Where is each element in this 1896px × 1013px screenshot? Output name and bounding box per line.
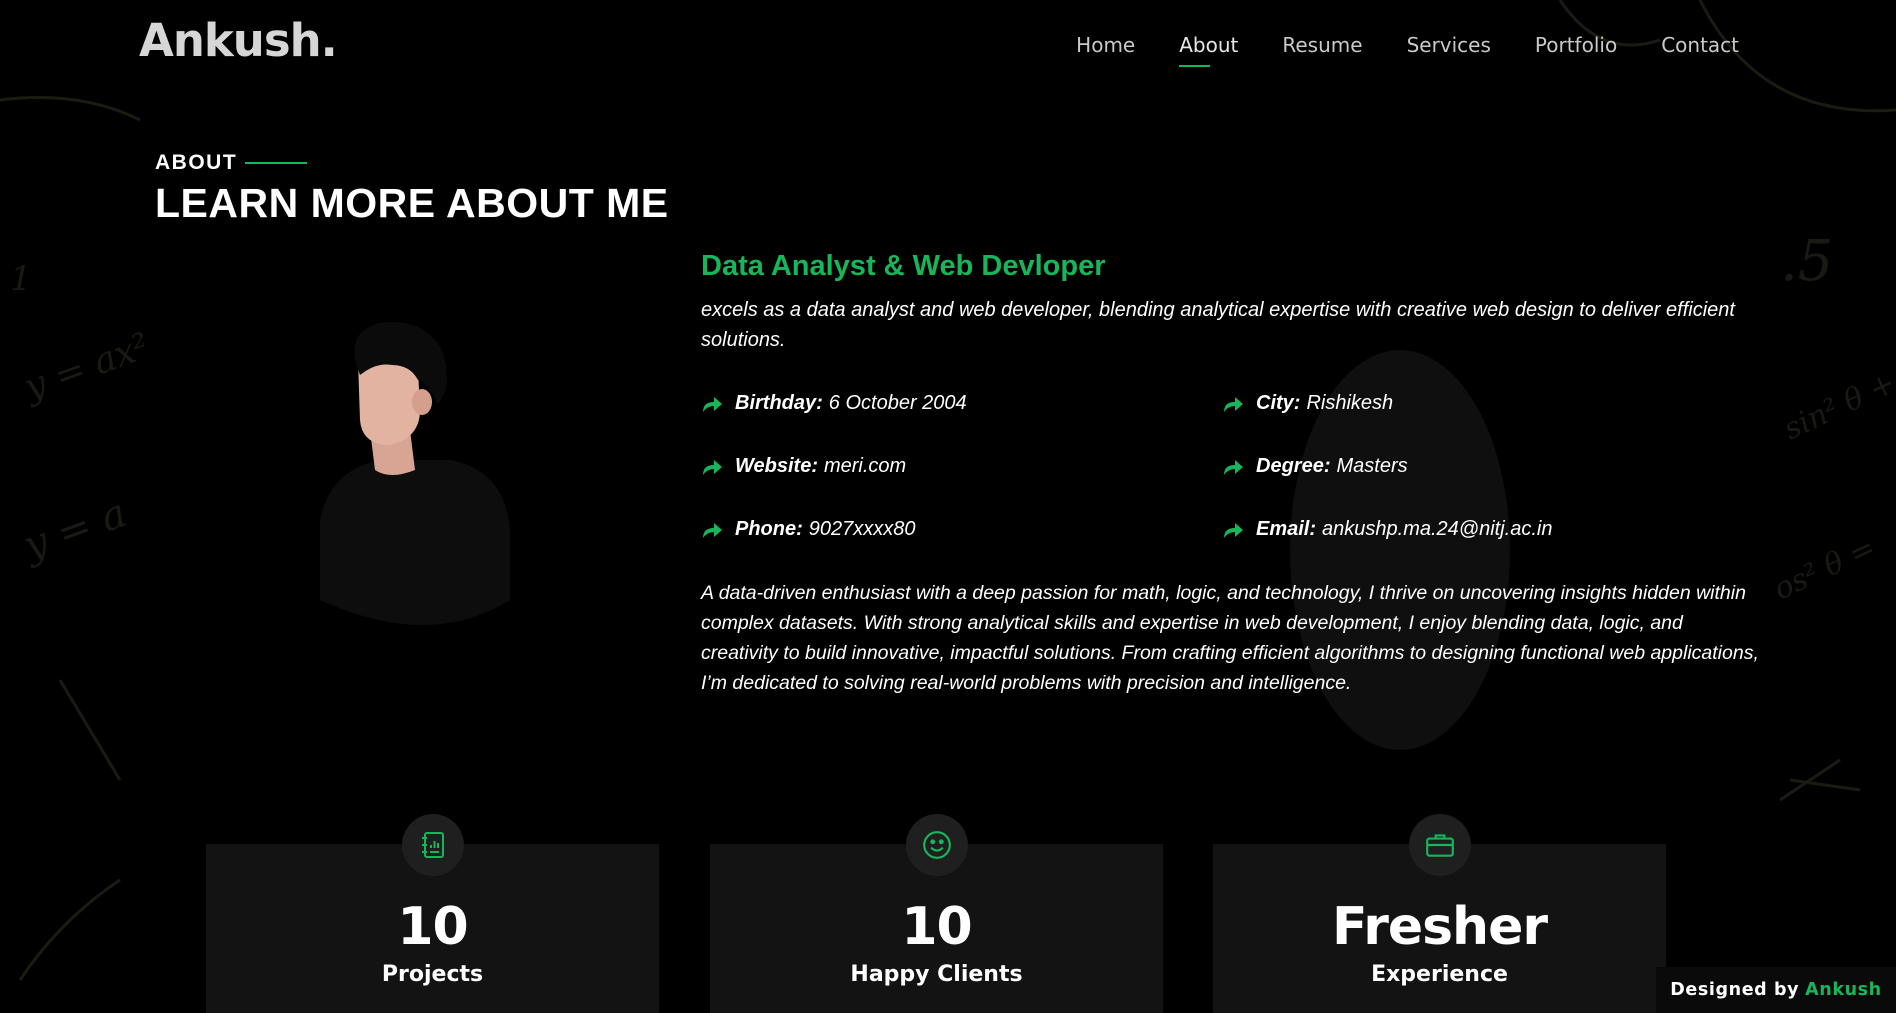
nav-portfolio[interactable]: Portfolio [1535, 33, 1617, 57]
credit-name[interactable]: Ankush [1805, 980, 1882, 1000]
share-arrow-icon [1224, 522, 1243, 538]
fact-label: Degree: [1256, 455, 1331, 477]
nav-resume[interactable]: Resume [1282, 33, 1362, 57]
nav-services[interactable]: Services [1407, 33, 1491, 57]
bio-text: A data-driven enthusiast with a deep pas… [701, 582, 1759, 694]
fact-value: Rishikesh [1306, 392, 1394, 414]
fact-birthday: Birthday: 6 October 2004 [701, 392, 967, 415]
stat-label: Projects [381, 962, 484, 987]
stat-label: Happy Clients [850, 962, 1023, 987]
fact-value: 6 October 2004 [828, 392, 967, 414]
nav-contact[interactable]: Contact [1661, 33, 1739, 57]
fact-value: 9027xxxx80 [808, 518, 916, 540]
fact-label: Phone: [735, 518, 803, 540]
stat-value: 10 [901, 897, 972, 957]
smiley-icon [906, 814, 968, 876]
section-title: LEARN MORE ABOUT ME [155, 180, 669, 226]
role-heading: Data Analyst & Web Devloper [701, 250, 1106, 282]
fact-email: Email: ankushp.ma.24@nitj.ac.in [1222, 518, 1552, 541]
journal-chart-icon [402, 814, 464, 876]
nav-home[interactable]: Home [1076, 33, 1135, 57]
svg-text:sin² θ +: sin² θ + [1779, 365, 1896, 447]
fact-value[interactable]: ankushp.ma.24@nitj.ac.in [1322, 518, 1552, 541]
stat-value: Fresher [1332, 897, 1548, 957]
svg-text:.5: .5 [1780, 229, 1833, 294]
fact-website: Website: meri.com [701, 455, 906, 478]
main-nav: Home About Resume Services Portfolio Con… [1032, 33, 1739, 67]
stat-value: 10 [397, 897, 468, 957]
eyebrow-label: ABOUT [155, 151, 238, 174]
fact-label: Email: [1256, 518, 1317, 540]
svg-text:os² θ =: os² θ = [1769, 530, 1881, 607]
share-arrow-icon [1224, 459, 1243, 475]
fact-value[interactable]: meri.com [824, 455, 906, 478]
fact-label: Birthday: [735, 392, 823, 414]
fact-value: Masters [1336, 455, 1408, 477]
svg-text:1: 1 [10, 259, 32, 299]
fact-label: Website: [735, 455, 818, 477]
avatar-illustration [310, 320, 520, 630]
page: y = ax² y = a 1 .5 sin² θ + os² θ = Anku… [0, 0, 1896, 1013]
fact-phone: Phone: 9027xxxx80 [701, 518, 916, 541]
briefcase-icon [1409, 814, 1471, 876]
eyebrow-divider [245, 162, 308, 164]
site-logo[interactable]: Ankush. [139, 14, 338, 67]
section-eyebrow: ABOUT [155, 151, 308, 175]
site-header: Ankush. Home About Resume Services Portf… [0, 0, 1896, 92]
stat-card-experience: Fresher Experience [1213, 814, 1666, 1013]
fact-city: City: Rishikesh [1222, 392, 1393, 415]
svg-text:y = ax²: y = ax² [17, 326, 155, 410]
credit-prefix: Designed by [1670, 980, 1800, 1000]
share-arrow-icon [1224, 396, 1243, 412]
svg-text:y = a: y = a [16, 490, 133, 570]
stat-label: Experience [1371, 962, 1508, 987]
fact-label: City: [1256, 392, 1301, 414]
nav-about[interactable]: About [1179, 33, 1238, 67]
intro-text: excels as a data analyst and web develop… [701, 299, 1735, 351]
stat-card-projects: 10 Projects [206, 814, 659, 1013]
fact-degree: Degree: Masters [1222, 455, 1408, 478]
share-arrow-icon [703, 396, 722, 412]
share-arrow-icon [703, 522, 722, 538]
designer-credit: Designed by Ankush [1656, 967, 1896, 1013]
stat-card-happy-clients: 10 Happy Clients [710, 814, 1163, 1013]
share-arrow-icon [703, 459, 722, 475]
